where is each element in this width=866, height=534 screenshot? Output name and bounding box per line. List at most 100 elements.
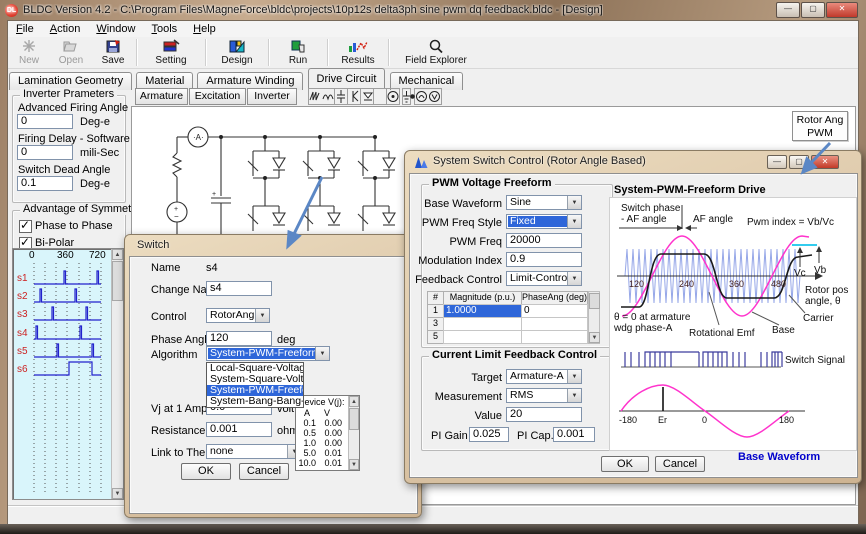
timing-scrollbar[interactable]: ▲ ▼: [111, 249, 123, 499]
subtab-armature[interactable]: Armature: [135, 88, 188, 105]
switch-cancel-button[interactable]: Cancel: [239, 463, 289, 480]
node-dot-icon[interactable]: [411, 95, 415, 99]
algorithm-combobox[interactable]: System-PWM-Freeform: [206, 346, 330, 361]
sawtooth-wave-icon[interactable]: [310, 92, 319, 100]
magnitude-cell[interactable]: [443, 330, 522, 344]
control-combobox[interactable]: RotorAng: [206, 308, 270, 323]
value-field[interactable]: 20: [506, 407, 582, 422]
field-explorer-button[interactable]: Field Explorer: [391, 37, 481, 68]
measurement-combobox[interactable]: RMS: [506, 388, 582, 403]
base-waveform-combobox[interactable]: Sine: [506, 195, 582, 210]
col-v: V: [316, 408, 338, 418]
chevron-down-icon[interactable]: [567, 215, 581, 228]
close-icon[interactable]: ✕: [826, 2, 858, 18]
advanced-firing-angle-label: Advanced Firing Angle: [18, 102, 128, 114]
chevron-down-icon[interactable]: [567, 370, 581, 383]
pi-gain-field[interactable]: 0.025: [469, 427, 509, 442]
phaseang-cell[interactable]: 0: [521, 304, 588, 318]
scroll-thumb[interactable]: [589, 293, 600, 309]
algorithm-option[interactable]: Local-Square-Voltage: [207, 363, 303, 374]
rotor-ang-pwm-button[interactable]: Rotor Ang PWM: [792, 111, 848, 141]
change-name-field[interactable]: s4: [206, 281, 272, 296]
algorithm-option[interactable]: System-Bang-Bang-Current: [207, 396, 303, 407]
subtab-inverter[interactable]: Inverter: [247, 88, 297, 105]
group-title: Advantage of Symmetry: [20, 203, 143, 215]
window-title: BLDC Version 4.2 - C:\Program Files\Magn…: [23, 4, 603, 16]
scroll-down-icon[interactable]: ▼: [349, 459, 359, 470]
af-angle-label: AF angle: [693, 214, 733, 225]
algorithm-option-selected[interactable]: System-PWM-Freeform: [207, 385, 303, 396]
pi-cap-field[interactable]: 0.001: [553, 427, 595, 442]
pwm-freq-field[interactable]: 20000: [506, 233, 582, 248]
diode-icon[interactable]: [364, 93, 372, 100]
feedback-control-combobox[interactable]: Limit-Control: [506, 271, 582, 286]
results-button[interactable]: Results: [330, 37, 386, 68]
switch-dead-angle-unit: Deg-e: [80, 178, 110, 190]
scroll-up-icon[interactable]: ▲: [112, 249, 123, 260]
target-combobox[interactable]: Armature-A: [506, 369, 582, 384]
menu-tools[interactable]: Tools: [143, 22, 185, 36]
chevron-down-icon[interactable]: [567, 389, 581, 402]
chevron-down-icon[interactable]: [567, 272, 581, 285]
device-scrollbar[interactable]: ▲ ▼: [348, 396, 359, 470]
menu-window[interactable]: Window: [88, 22, 143, 36]
menu-help[interactable]: Help: [185, 22, 224, 36]
magneforce-icon: [414, 156, 429, 169]
sine-wave-icon[interactable]: [323, 95, 333, 99]
firing-delay-field[interactable]: 0: [17, 145, 73, 160]
close-icon[interactable]: ✕: [811, 155, 839, 169]
phaseang-cell[interactable]: [521, 317, 588, 331]
table-scrollbar[interactable]: ▼: [588, 291, 600, 344]
modulation-index-field[interactable]: 0.9: [506, 252, 582, 267]
ammeter-icon[interactable]: [417, 92, 427, 102]
resistance-field[interactable]: 0.001: [206, 422, 272, 437]
phaseang-cell[interactable]: [521, 330, 588, 344]
design-button[interactable]: Design: [208, 37, 266, 68]
save-button[interactable]: Save: [92, 37, 134, 68]
switch-dead-angle-field[interactable]: 0.1: [17, 176, 73, 191]
chevron-down-icon[interactable]: [567, 196, 581, 209]
subtab-excitation[interactable]: Excitation: [189, 88, 246, 105]
tick-0: 0: [702, 415, 707, 425]
voltmeter-icon[interactable]: [430, 92, 440, 102]
phase-angle-field[interactable]: 120: [206, 331, 272, 346]
run-button[interactable]: Run: [271, 37, 325, 68]
vb-label: Vb: [814, 265, 827, 276]
chevron-down-icon[interactable]: [255, 309, 269, 322]
minimize-icon[interactable]: —: [767, 155, 787, 169]
scroll-up-icon[interactable]: ▲: [349, 396, 359, 407]
scroll-down-icon[interactable]: ▼: [112, 488, 123, 499]
scroll-down-icon[interactable]: ▼: [589, 332, 600, 343]
link-to-thermal-combobox[interactable]: none: [206, 444, 302, 459]
group-title: Current Limit Feedback Control: [429, 349, 600, 361]
advanced-firing-angle-field[interactable]: 0: [17, 114, 73, 129]
scroll-thumb[interactable]: [112, 261, 123, 301]
system-cancel-button[interactable]: Cancel: [655, 456, 705, 472]
menu-file[interactable]: File: [8, 22, 42, 36]
minimize-icon[interactable]: —: [776, 2, 800, 18]
menu-action[interactable]: Action: [42, 22, 89, 36]
tab-drive-circuit[interactable]: Drive Circuit: [308, 68, 386, 88]
scroll-thumb[interactable]: [349, 408, 359, 430]
base-label: Base: [772, 325, 795, 336]
ground-icon[interactable]: [403, 91, 410, 102]
theta-note1: θ = 0 at armature: [614, 312, 691, 323]
chevron-down-icon[interactable]: [315, 347, 329, 360]
maximize-icon[interactable]: ▢: [789, 155, 809, 169]
magnitude-cell[interactable]: [443, 317, 522, 331]
phase-to-phase-checkbox[interactable]: [19, 220, 32, 233]
setting-button[interactable]: Setting: [139, 37, 203, 68]
capacitor-icon[interactable]: [337, 90, 345, 103]
transistor-icon[interactable]: [353, 91, 358, 102]
algorithm-option[interactable]: System-Square-Voltage: [207, 374, 303, 385]
switch-ok-button[interactable]: OK: [181, 463, 231, 480]
current-source-icon[interactable]: [388, 92, 398, 102]
tick-180: 180: [779, 415, 794, 425]
maximize-icon[interactable]: ▢: [801, 2, 825, 18]
svg-text:−: −: [174, 212, 179, 221]
device-vj-listbox[interactable]: Device V(j): AV 0.10.00 0.50.00 1.00.00 …: [295, 395, 360, 471]
magnitude-cell-selected[interactable]: 1.0000: [443, 304, 522, 318]
run-icon: [290, 39, 306, 54]
pwm-freq-style-combobox[interactable]: Fixed: [506, 214, 582, 229]
system-ok-button[interactable]: OK: [601, 456, 649, 472]
